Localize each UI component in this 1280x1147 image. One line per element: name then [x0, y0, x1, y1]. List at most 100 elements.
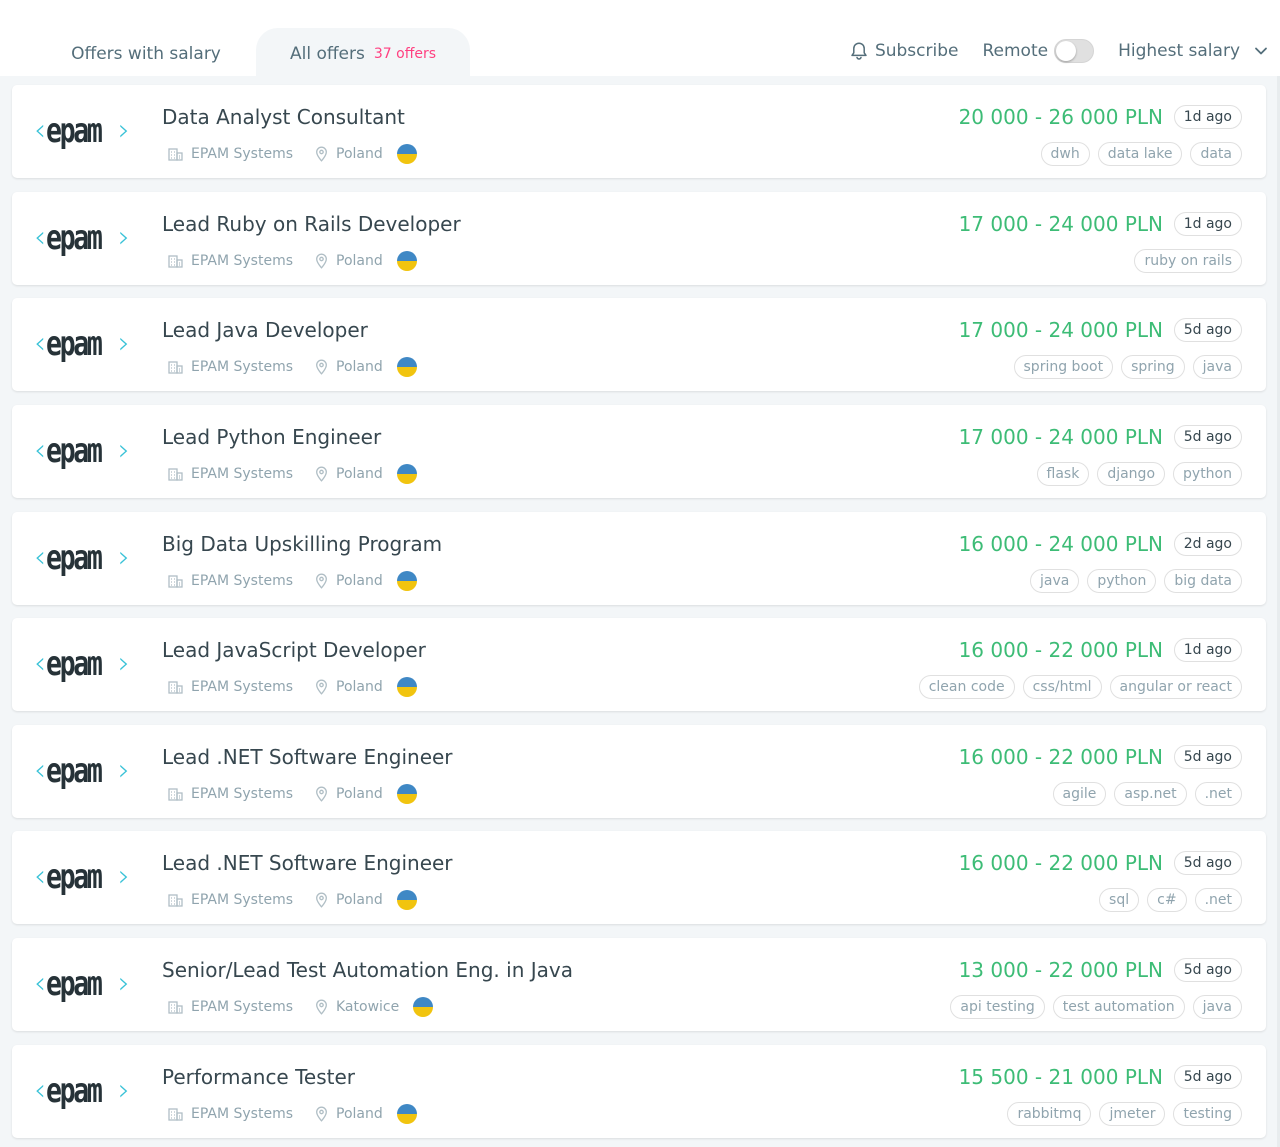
- salary-range: 16 000 - 22 000 PLN: [958, 638, 1163, 662]
- skill-tags: dwh data lake data: [1040, 142, 1242, 166]
- offer-card[interactable]: ‹ epam › Lead JavaScript Developer EPAM Sy…: [12, 618, 1266, 711]
- skill-tag[interactable]: data: [1190, 142, 1242, 166]
- offer-meta: EPAM Systems Poland: [168, 676, 417, 698]
- building-icon: [168, 894, 183, 907]
- flag-icon: [413, 997, 434, 1017]
- skill-tag[interactable]: django: [1097, 462, 1166, 486]
- posted-age-badge: 5d ago: [1173, 745, 1242, 769]
- offer-title[interactable]: Big Data Upskilling Program: [162, 532, 442, 556]
- offer-title[interactable]: Lead Java Developer: [162, 318, 368, 342]
- skill-tag[interactable]: testing: [1173, 1102, 1242, 1126]
- skill-tag[interactable]: data lake: [1097, 142, 1183, 166]
- building-icon: [168, 575, 183, 588]
- skill-tag[interactable]: .net: [1194, 782, 1242, 806]
- offer-meta: EPAM Systems Poland: [168, 356, 417, 378]
- offer-title[interactable]: Senior/Lead Test Automation Eng. in Java: [162, 958, 573, 982]
- skill-tag[interactable]: sql: [1099, 888, 1140, 912]
- skill-tag[interactable]: java: [1192, 995, 1242, 1019]
- skill-tag[interactable]: python: [1087, 569, 1157, 593]
- offer-title[interactable]: Data Analyst Consultant: [162, 105, 405, 129]
- salary-range: 20 000 - 26 000 PLN: [958, 105, 1163, 129]
- offer-card[interactable]: ‹ epam › Lead .NET Software Engineer EPAM …: [12, 831, 1266, 924]
- offer-card[interactable]: ‹ epam › Lead Python Engineer EPAM Systems…: [12, 405, 1266, 498]
- location-label: Poland: [336, 573, 383, 589]
- company-logo: ‹ epam ›: [34, 964, 130, 1004]
- skill-tag[interactable]: spring: [1121, 355, 1185, 379]
- offer-title[interactable]: Lead .NET Software Engineer: [162, 851, 453, 875]
- skill-tag[interactable]: .net: [1194, 888, 1242, 912]
- building-icon: [168, 1108, 183, 1121]
- remote-filter[interactable]: Remote: [982, 39, 1095, 63]
- company-logo: ‹ epam ›: [34, 857, 130, 897]
- location: Poland: [315, 466, 383, 482]
- offer-card[interactable]: ‹ epam › Lead .NET Software Engineer EPAM …: [12, 725, 1266, 818]
- salary-range: 17 000 - 24 000 PLN: [958, 318, 1163, 342]
- skill-tag[interactable]: css/html: [1022, 675, 1102, 699]
- company-logo: ‹ epam ›: [34, 538, 130, 578]
- posted-age-badge: 2d ago: [1173, 532, 1242, 556]
- skill-tag[interactable]: java: [1192, 355, 1242, 379]
- offer-card[interactable]: ‹ epam › Data Analyst Consultant EPAM Syst…: [12, 85, 1266, 178]
- company-name: EPAM Systems: [191, 1106, 293, 1122]
- skill-tag[interactable]: flask: [1036, 462, 1090, 486]
- company-name: EPAM Systems: [191, 359, 293, 375]
- location: Poland: [315, 786, 383, 802]
- skill-tags: flask django python: [1036, 462, 1242, 486]
- skill-tag[interactable]: agile: [1052, 782, 1107, 806]
- offer-card[interactable]: ‹ epam › Performance Tester EPAM Systems P…: [12, 1045, 1266, 1138]
- skill-tag[interactable]: jmeter: [1099, 1102, 1166, 1126]
- company-logo: ‹ epam ›: [34, 111, 130, 151]
- offer-meta: EPAM Systems Poland: [168, 250, 417, 272]
- skill-tag[interactable]: rabbitmq: [1007, 1102, 1092, 1126]
- skill-tag[interactable]: python: [1173, 462, 1242, 486]
- tab-offers-with-salary[interactable]: Offers with salary: [46, 28, 246, 76]
- location-label: Poland: [336, 466, 383, 482]
- skill-tag[interactable]: clean code: [918, 675, 1015, 699]
- subscribe-button[interactable]: Subscribe: [850, 41, 958, 61]
- offer-card[interactable]: ‹ epam › Lead Ruby on Rails Developer EPAM…: [12, 192, 1266, 285]
- offer-card[interactable]: ‹ epam › Senior/Lead Test Automation Eng. …: [12, 938, 1266, 1031]
- tab-all-offers[interactable]: All offers 37 offers: [256, 28, 470, 76]
- skill-tags: api testing test automation java: [950, 995, 1242, 1019]
- remote-label: Remote: [982, 41, 1049, 61]
- remote-toggle[interactable]: [1054, 39, 1095, 63]
- company-logo: ‹ epam ›: [34, 644, 130, 684]
- building-icon: [168, 361, 183, 374]
- skill-tag[interactable]: big data: [1164, 569, 1242, 593]
- location-label: Poland: [336, 253, 383, 269]
- offer-title[interactable]: Lead JavaScript Developer: [162, 638, 426, 662]
- location-label: Katowice: [336, 999, 400, 1015]
- skill-tag[interactable]: c#: [1147, 888, 1187, 912]
- offer-meta: EPAM Systems Poland: [168, 783, 417, 805]
- skill-tag[interactable]: angular or react: [1109, 675, 1242, 699]
- tab-label: Offers with salary: [71, 44, 221, 64]
- offers-count: 37 offers: [373, 46, 437, 62]
- salary-range: 17 000 - 24 000 PLN: [958, 212, 1163, 236]
- building-icon: [168, 788, 183, 801]
- offer-card[interactable]: ‹ epam › Lead Java Developer EPAM Systems …: [12, 298, 1266, 391]
- skill-tag[interactable]: ruby on rails: [1134, 249, 1242, 273]
- location-pin-icon: [316, 999, 327, 1015]
- skill-tags: ruby on rails: [1134, 249, 1242, 273]
- skill-tag[interactable]: asp.net: [1114, 782, 1187, 806]
- location-pin-icon: [316, 573, 327, 589]
- sort-dropdown[interactable]: Highest salary: [1118, 41, 1268, 61]
- offer-title[interactable]: Lead .NET Software Engineer: [162, 745, 453, 769]
- offer-card[interactable]: ‹ epam › Big Data Upskilling Program EPAM …: [12, 512, 1266, 605]
- location: Poland: [315, 892, 383, 908]
- skill-tags: agile asp.net .net: [1052, 782, 1242, 806]
- skill-tag[interactable]: java: [1030, 569, 1080, 593]
- skill-tags: spring boot spring java: [1013, 355, 1242, 379]
- skill-tag[interactable]: dwh: [1040, 142, 1090, 166]
- skill-tag[interactable]: test automation: [1052, 995, 1185, 1019]
- location-label: Poland: [336, 359, 383, 375]
- offer-meta: EPAM Systems Poland: [168, 143, 417, 165]
- company-name: EPAM Systems: [191, 573, 293, 589]
- offer-title[interactable]: Lead Ruby on Rails Developer: [162, 212, 461, 236]
- skill-tag[interactable]: api testing: [950, 995, 1045, 1019]
- offer-title[interactable]: Performance Tester: [162, 1065, 355, 1089]
- company-name: EPAM Systems: [191, 679, 293, 695]
- company-logo: ‹ epam ›: [34, 218, 130, 258]
- offer-title[interactable]: Lead Python Engineer: [162, 425, 381, 449]
- skill-tag[interactable]: spring boot: [1013, 355, 1114, 379]
